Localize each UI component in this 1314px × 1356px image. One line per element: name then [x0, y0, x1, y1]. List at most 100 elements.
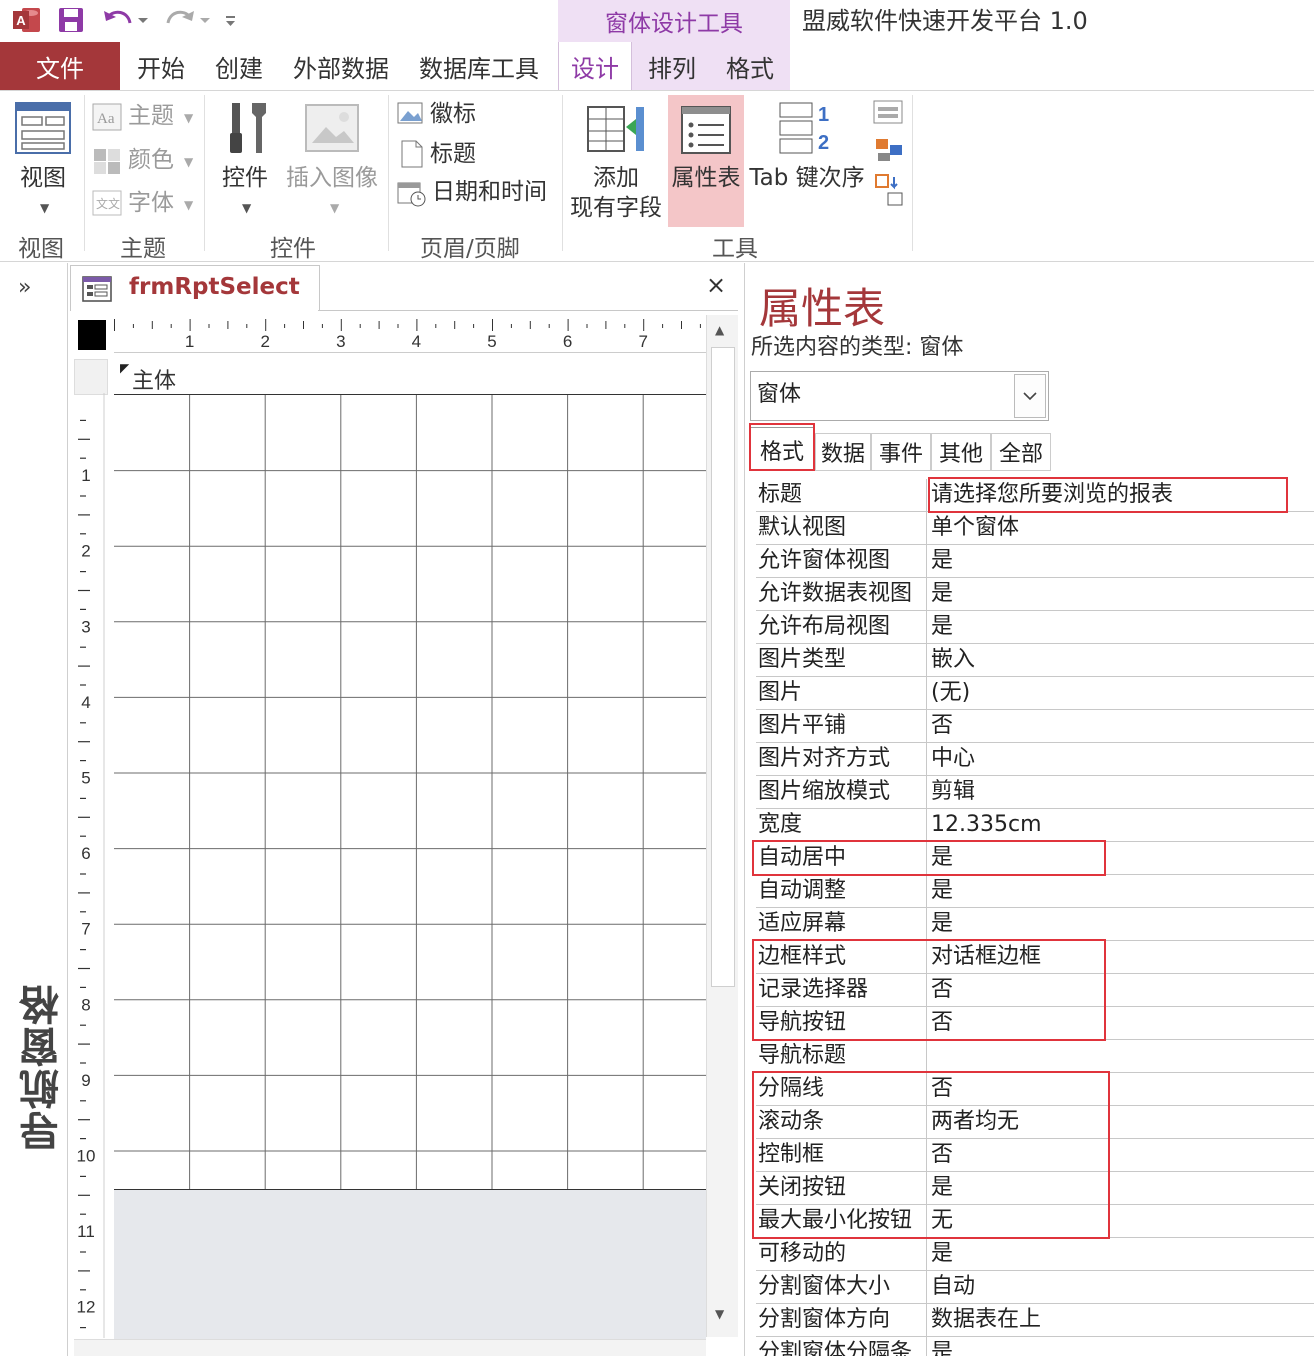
property-value[interactable]: 对话框边框	[928, 941, 1314, 974]
tab-order-icon[interactable]: 1 2	[778, 99, 838, 161]
tab-home[interactable]: 开始	[126, 42, 196, 90]
property-row[interactable]: 标题 请选择您所要浏览的报表	[756, 479, 1314, 512]
property-row[interactable]: 图片平铺否	[756, 710, 1314, 743]
property-row[interactable]: 自动居中是	[756, 842, 1314, 875]
property-row[interactable]: 允许窗体视图是	[756, 545, 1314, 578]
property-row[interactable]: 分割窗体方向 数据表在上	[756, 1304, 1314, 1337]
property-value[interactable]: 是	[928, 578, 1314, 611]
view-button[interactable]: 视图	[12, 163, 74, 193]
chevron-down-icon[interactable]	[1014, 374, 1046, 418]
insert-image-icon[interactable]	[304, 103, 360, 157]
property-value[interactable]: 是	[928, 1337, 1314, 1356]
tab-external-data[interactable]: 外部数据	[282, 42, 400, 90]
property-row[interactable]: 最大最小化按钮无	[756, 1205, 1314, 1238]
themes-button[interactable]: 主题	[128, 101, 174, 131]
form-selector[interactable]	[78, 320, 106, 350]
logo-button[interactable]: 徽标	[430, 99, 476, 129]
property-row[interactable]: 关闭按钮是	[756, 1172, 1314, 1205]
property-sheet-button[interactable]: 属性表	[668, 95, 744, 227]
property-row[interactable]: 分隔线否	[756, 1073, 1314, 1106]
property-value[interactable]: 嵌入	[928, 644, 1314, 677]
vertical-scrollbar[interactable]: ▲ ▼	[706, 315, 738, 1337]
tab-format[interactable]: 格式	[714, 42, 786, 90]
tab-database-tools[interactable]: 数据库工具	[408, 42, 550, 90]
property-value[interactable]: 否	[928, 1139, 1314, 1172]
property-row[interactable]: 导航按钮否	[756, 1007, 1314, 1040]
property-row[interactable]: 图片类型 嵌入	[756, 644, 1314, 677]
property-value[interactable]: 否	[928, 1007, 1314, 1040]
colors-dropdown-icon[interactable]: ▼	[184, 155, 193, 169]
fonts-button[interactable]: 字体	[128, 188, 174, 218]
property-value[interactable]: 单个窗体	[928, 512, 1314, 545]
colors-button[interactable]: 颜色	[128, 145, 174, 175]
property-value[interactable]: (无)	[928, 677, 1314, 710]
property-value[interactable]: 是	[928, 908, 1314, 941]
property-row[interactable]: 图片缩放模式 剪辑	[756, 776, 1314, 809]
customize-qat-icon[interactable]	[224, 4, 238, 36]
tab-arrange[interactable]: 排列	[636, 42, 708, 90]
nav-pane-title[interactable]: 导航窗格	[14, 983, 66, 1151]
property-tab-2[interactable]: 事件	[871, 433, 931, 471]
undo-icon[interactable]	[100, 4, 150, 36]
access-app-icon[interactable]: A	[12, 6, 42, 34]
property-value[interactable]: 自动	[928, 1271, 1314, 1304]
property-row[interactable]: 默认视图 单个窗体	[756, 512, 1314, 545]
nav-pane-expand-button[interactable]: »	[18, 275, 31, 300]
controls-button[interactable]: 控件	[214, 163, 276, 193]
property-value[interactable]	[928, 1040, 1314, 1073]
property-row[interactable]: 分割窗体大小 自动	[756, 1271, 1314, 1304]
document-tab[interactable]: frmRptSelect	[70, 265, 320, 311]
design-grid[interactable]	[114, 395, 706, 1190]
view-icon[interactable]	[14, 101, 72, 159]
tools-small-icon-convert[interactable]	[872, 171, 906, 211]
tab-create[interactable]: 创建	[204, 42, 274, 90]
property-tab-0[interactable]: 格式	[749, 427, 815, 471]
section-collapse-icon[interactable]: ◤	[120, 361, 129, 375]
property-row[interactable]: 滚动条 两者均无	[756, 1106, 1314, 1139]
property-value[interactable]: 两者均无	[928, 1106, 1314, 1139]
property-row[interactable]: 允许数据表视图是	[756, 578, 1314, 611]
property-row[interactable]: 自动调整是	[756, 875, 1314, 908]
scrollbar-thumb[interactable]	[711, 347, 735, 987]
section-header-detail[interactable]: ◤ 主体	[114, 359, 706, 395]
property-value[interactable]: 是	[928, 611, 1314, 644]
tab-order-button[interactable]: Tab 键次序	[744, 163, 870, 193]
property-value[interactable]: 12.335cm	[928, 809, 1314, 842]
scroll-up-icon[interactable]: ▲	[715, 323, 724, 337]
property-tab-3[interactable]: 其他	[931, 433, 991, 471]
property-row[interactable]: 边框样式 对话框边框	[756, 941, 1314, 974]
add-existing-fields-button[interactable]: 添加 现有字段	[566, 163, 666, 223]
property-row[interactable]: 分割窗体分隔条是	[756, 1337, 1314, 1356]
insert-image-button[interactable]: 插入图像	[282, 163, 382, 193]
horizontal-scrollbar[interactable]	[74, 1339, 706, 1356]
themes-dropdown-icon[interactable]: ▼	[184, 111, 193, 125]
property-row[interactable]: 图片 (无)	[756, 677, 1314, 710]
property-row[interactable]: 宽度 12.335cm	[756, 809, 1314, 842]
controls-icon[interactable]	[226, 99, 270, 161]
object-selector[interactable]: 窗体	[750, 371, 1049, 421]
property-value[interactable]: 是	[928, 545, 1314, 578]
property-row[interactable]: 允许布局视图是	[756, 611, 1314, 644]
property-row[interactable]: 适应屏幕是	[756, 908, 1314, 941]
property-value[interactable]: 是	[928, 875, 1314, 908]
property-value[interactable]: 否	[928, 974, 1314, 1007]
scroll-down-icon[interactable]: ▼	[715, 1307, 724, 1321]
redo-icon[interactable]	[162, 4, 212, 36]
tools-small-icon-code[interactable]	[872, 135, 906, 169]
tools-small-icon-subform[interactable]	[872, 97, 906, 131]
insert-image-dropdown-icon[interactable]: ▼	[330, 201, 339, 215]
close-document-icon[interactable]: ×	[706, 271, 726, 299]
section-selector[interactable]	[74, 359, 108, 395]
property-value[interactable]: 否	[928, 1073, 1314, 1106]
property-value[interactable]: 无	[928, 1205, 1314, 1238]
datetime-button[interactable]: 日期和时间	[432, 177, 547, 207]
property-row[interactable]: 导航标题	[756, 1040, 1314, 1073]
property-value[interactable]: 是	[928, 1172, 1314, 1205]
tab-design[interactable]: 设计	[558, 42, 632, 90]
tab-file[interactable]: 文件	[0, 42, 120, 90]
property-row[interactable]: 图片对齐方式 中心	[756, 743, 1314, 776]
property-value[interactable]: 是	[928, 1238, 1314, 1271]
property-value[interactable]: 中心	[928, 743, 1314, 776]
property-row[interactable]: 控制框否	[756, 1139, 1314, 1172]
property-row[interactable]: 记录选择器否	[756, 974, 1314, 1007]
